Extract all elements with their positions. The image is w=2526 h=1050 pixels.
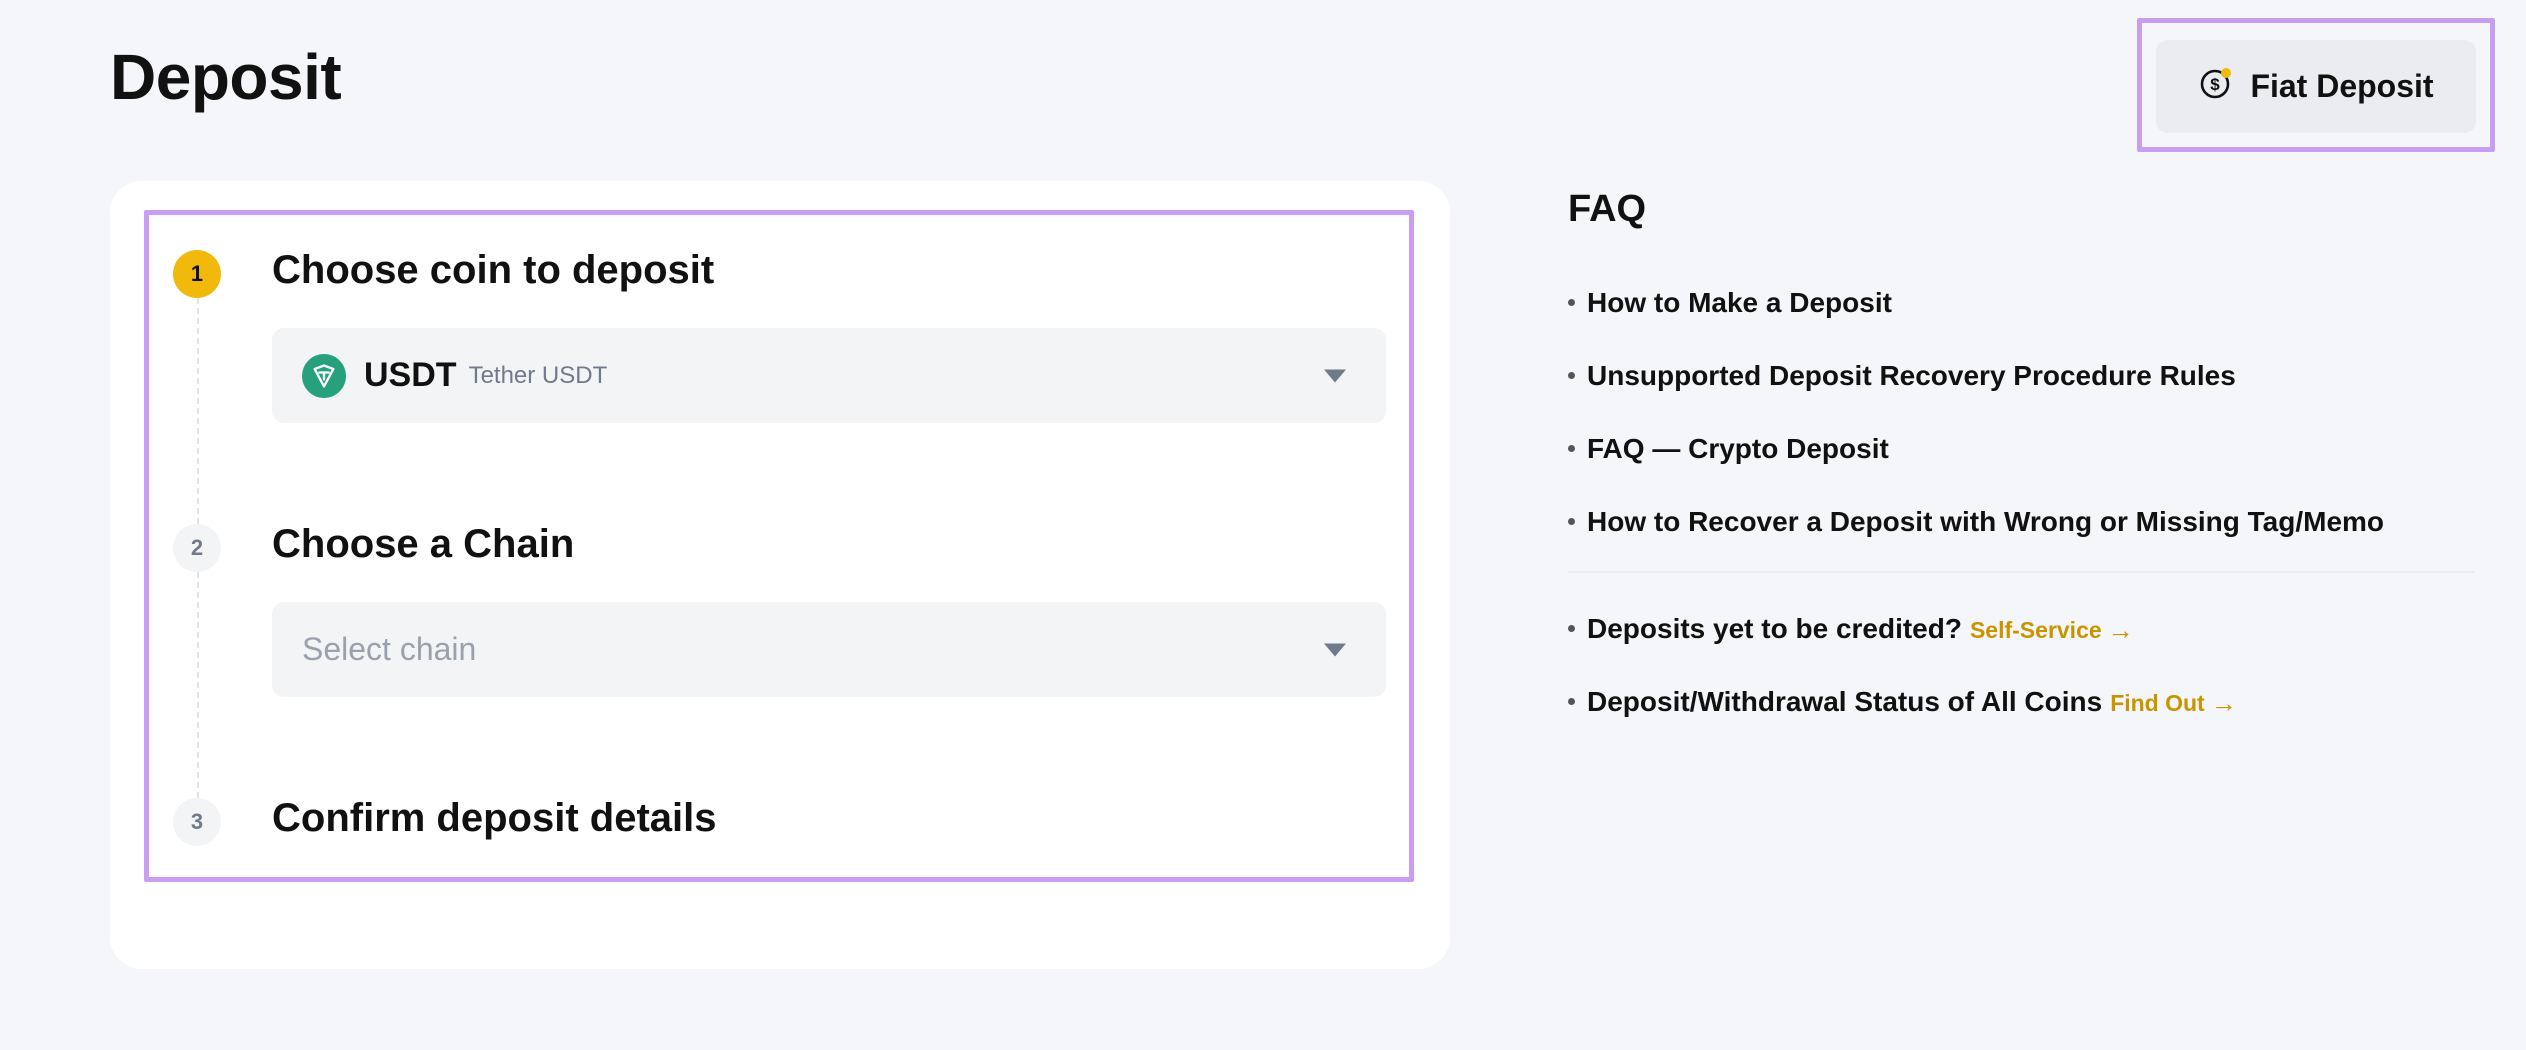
step-3-indicator: 3 bbox=[173, 798, 221, 846]
step-3-title: Confirm deposit details bbox=[272, 796, 717, 840]
fiat-deposit-button[interactable]: $ Fiat Deposit bbox=[2156, 40, 2476, 133]
bullet-icon bbox=[1568, 299, 1575, 306]
self-service-link[interactable]: Self-Service → bbox=[1970, 615, 2134, 646]
chain-select-placeholder: Select chain bbox=[302, 631, 477, 667]
faq-divider bbox=[1568, 571, 2475, 573]
tether-icon bbox=[302, 353, 346, 398]
faq-extra-text: Deposits yet to be credited? bbox=[1587, 613, 1962, 644]
find-out-link[interactable]: Find Out → bbox=[2110, 688, 2237, 719]
faq-link[interactable]: Unsupported Deposit Recovery Procedure R… bbox=[1568, 360, 2236, 392]
step-1-indicator: 1 bbox=[173, 250, 221, 298]
chevron-down-icon bbox=[1324, 643, 1346, 656]
deposit-card bbox=[110, 181, 1450, 969]
faq-link[interactable]: How to Make a Deposit bbox=[1568, 287, 1892, 319]
fiat-coin-icon: $ bbox=[2198, 65, 2234, 109]
step-2-indicator: 2 bbox=[173, 524, 221, 572]
bullet-icon bbox=[1568, 372, 1575, 379]
fiat-deposit-label: Fiat Deposit bbox=[2250, 68, 2434, 104]
page-title: Deposit bbox=[110, 41, 342, 113]
chevron-down-icon bbox=[1324, 369, 1346, 382]
bullet-icon bbox=[1568, 698, 1575, 705]
faq-title: FAQ bbox=[1568, 188, 1647, 230]
bullet-icon bbox=[1568, 625, 1575, 632]
bullet-icon bbox=[1568, 518, 1575, 525]
step-2-title: Choose a Chain bbox=[272, 522, 575, 566]
svg-text:$: $ bbox=[2211, 75, 2221, 94]
faq-link[interactable]: FAQ — Crypto Deposit bbox=[1568, 433, 1889, 465]
bullet-icon bbox=[1568, 445, 1575, 452]
arrow-right-icon: → bbox=[2107, 615, 2134, 645]
coin-symbol: USDT bbox=[364, 356, 457, 394]
faq-extra-text: Deposit/Withdrawal Status of All Coins bbox=[1587, 686, 2103, 717]
step-connector bbox=[197, 298, 199, 524]
coin-name: Tether USDT bbox=[468, 361, 608, 389]
chain-select[interactable]: Select chain bbox=[272, 602, 1386, 697]
step-1-title: Choose coin to deposit bbox=[272, 248, 715, 292]
faq-extra-row: Deposit/Withdrawal Status of All Coins F… bbox=[1568, 686, 2237, 719]
arrow-right-icon: → bbox=[2210, 688, 2237, 718]
step-connector bbox=[197, 572, 199, 798]
faq-extra-row: Deposits yet to be credited? Self-Servic… bbox=[1568, 613, 2134, 646]
coin-select[interactable]: USDT Tether USDT bbox=[272, 328, 1386, 423]
fiat-deposit-highlight: $ Fiat Deposit bbox=[2137, 18, 2495, 152]
faq-link[interactable]: How to Recover a Deposit with Wrong or M… bbox=[1568, 506, 2384, 538]
